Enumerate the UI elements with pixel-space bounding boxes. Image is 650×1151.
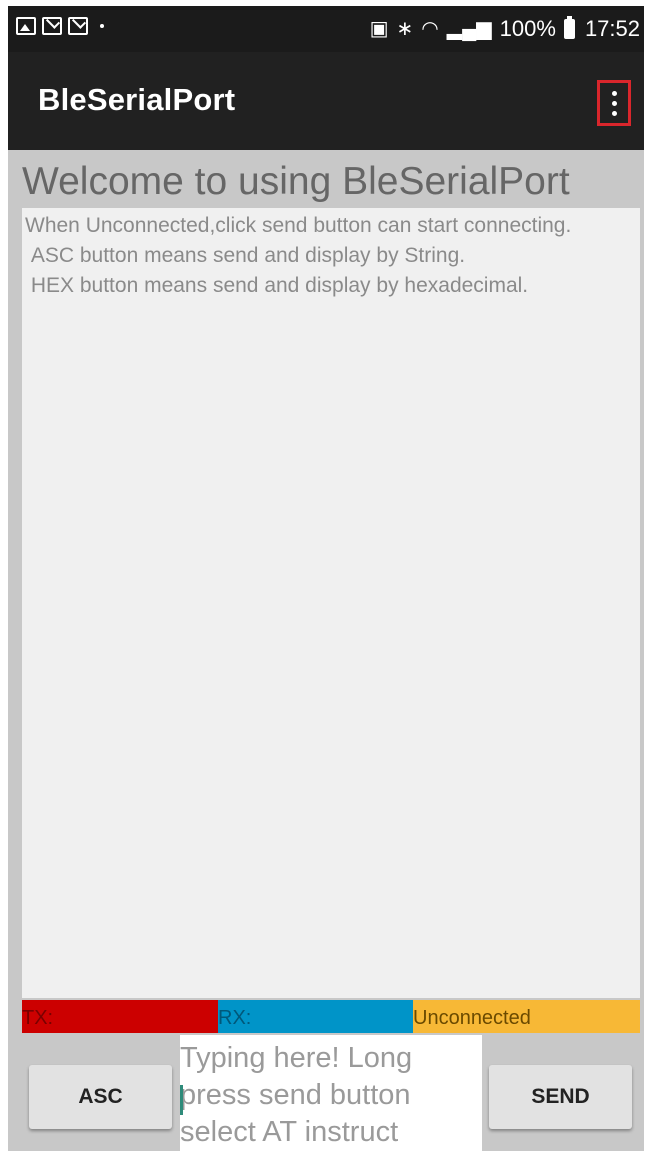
send-button[interactable]: SEND bbox=[489, 1065, 632, 1129]
signal-icon: ▂▄▆ bbox=[446, 18, 492, 40]
more-notifications-icon bbox=[100, 24, 104, 28]
receive-log[interactable]: When Unconnected,click send button can s… bbox=[22, 208, 640, 998]
main-content: Welcome to using BleSerialPort When Unco… bbox=[8, 150, 644, 1151]
clock: 17:52 bbox=[584, 16, 640, 41]
battery-icon bbox=[563, 16, 575, 39]
more-vert-icon[interactable] bbox=[597, 80, 631, 126]
asc-button[interactable]: ASC bbox=[29, 1065, 172, 1129]
menu-dot bbox=[611, 110, 617, 116]
wifi-icon: ◠ bbox=[421, 18, 439, 40]
message-input[interactable]: Typing here! Long press send button sele… bbox=[180, 1035, 482, 1151]
mail-icon bbox=[68, 17, 88, 35]
rx-counter: RX: bbox=[218, 1000, 413, 1033]
connection-status: Unconnected bbox=[413, 1000, 640, 1033]
mail-icon bbox=[42, 17, 62, 35]
notification-icons bbox=[16, 17, 104, 35]
phone-screen: ▣ ∗ ◠ ▂▄▆ 100% 17:52 BleSerialPort Welco… bbox=[0, 0, 650, 1151]
app-title: BleSerialPort bbox=[38, 82, 236, 117]
cast-icon: ▣ bbox=[369, 18, 389, 40]
menu-dot bbox=[611, 100, 617, 106]
bluetooth-icon: ∗ bbox=[396, 18, 414, 40]
menu-dot bbox=[611, 90, 617, 96]
app-bar: BleSerialPort bbox=[8, 52, 644, 150]
status-strip: TX: RX: Unconnected bbox=[22, 1000, 640, 1033]
input-placeholder: Typing here! Long press send button sele… bbox=[180, 1042, 421, 1148]
welcome-heading: Welcome to using BleSerialPort bbox=[22, 160, 570, 203]
text-cursor bbox=[180, 1085, 183, 1115]
tx-counter: TX: bbox=[22, 1000, 218, 1033]
status-bar: ▣ ∗ ◠ ▂▄▆ 100% 17:52 bbox=[8, 6, 644, 52]
system-icons: ▣ ∗ ◠ ▂▄▆ 100% 17:52 bbox=[370, 16, 640, 42]
log-line: HEX button means send and display by hex… bbox=[25, 274, 529, 297]
log-line: ASC button means send and display by Str… bbox=[25, 244, 466, 267]
log-line: When Unconnected,click send button can s… bbox=[25, 214, 572, 237]
battery-percent: 100% bbox=[499, 16, 556, 41]
gallery-icon bbox=[16, 17, 36, 35]
